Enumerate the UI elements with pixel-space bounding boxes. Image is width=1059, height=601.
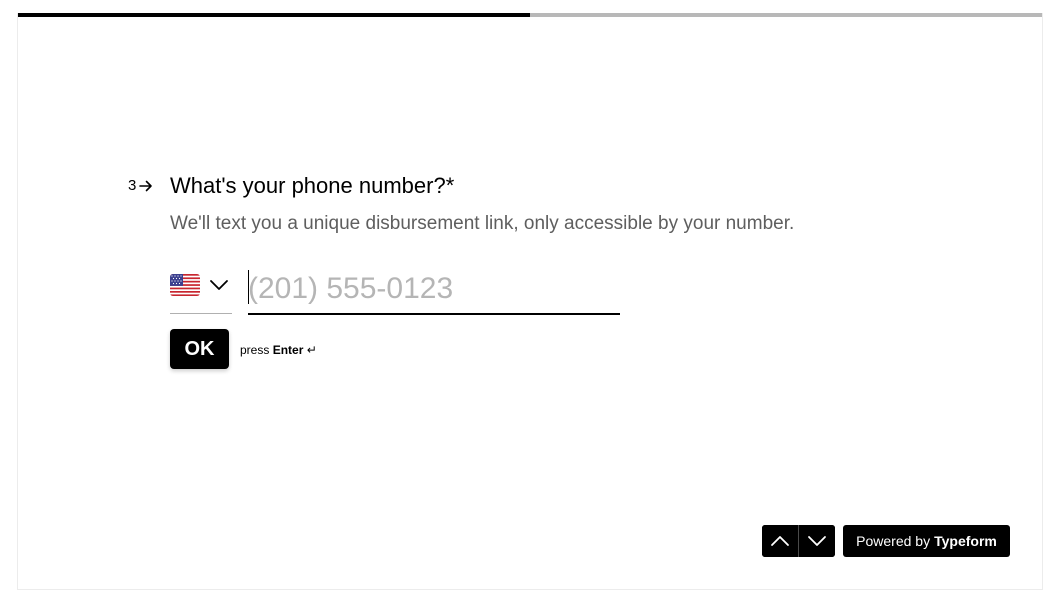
progress-bar bbox=[18, 13, 1042, 17]
enter-hint: press Enter ↵ bbox=[240, 343, 317, 357]
powered-by-prefix: Powered by bbox=[856, 533, 931, 549]
question-title: What's your phone number?* bbox=[170, 173, 455, 198]
question-number-label: 3 bbox=[128, 177, 137, 194]
us-flag-icon bbox=[170, 274, 200, 296]
question-navigation bbox=[762, 525, 835, 557]
arrow-right-icon bbox=[139, 180, 153, 191]
previous-question-button[interactable] bbox=[762, 525, 798, 557]
country-code-dropdown[interactable] bbox=[170, 270, 232, 314]
next-question-button[interactable] bbox=[799, 525, 835, 557]
chevron-down-icon bbox=[210, 280, 228, 290]
progress-bar-fill bbox=[18, 13, 530, 17]
powered-by-typeform-link[interactable]: Powered by Typeform bbox=[843, 525, 1010, 557]
question-description: We'll text you a unique disbursement lin… bbox=[170, 213, 795, 234]
return-icon: ↵ bbox=[306, 343, 317, 357]
chevron-down-icon bbox=[808, 536, 826, 546]
enter-hint-prefix: press bbox=[240, 343, 270, 357]
text-caret bbox=[248, 270, 249, 304]
powered-by-brand: Typeform bbox=[934, 533, 997, 549]
enter-hint-key: Enter bbox=[272, 343, 304, 357]
phone-number-input[interactable] bbox=[248, 268, 620, 315]
chevron-up-icon bbox=[771, 536, 789, 546]
ok-button[interactable]: OK bbox=[170, 329, 229, 369]
question-number: 3 bbox=[128, 177, 153, 194]
